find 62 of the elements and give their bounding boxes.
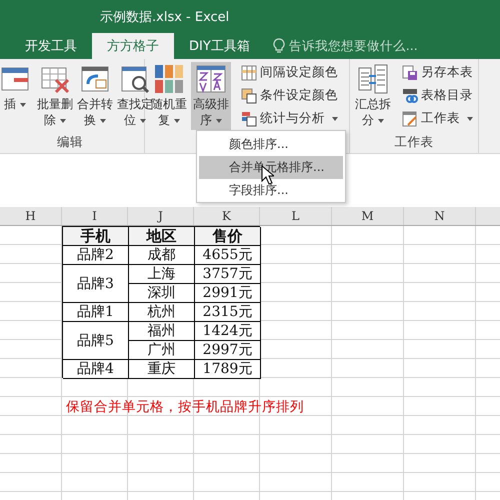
column-header[interactable]: J <box>128 207 194 225</box>
table-cell: 2997元 <box>195 341 261 360</box>
column-header[interactable]: K <box>194 207 260 225</box>
column-header[interactable]: N <box>404 207 476 225</box>
ribbon-button[interactable]: 条件设定颜色 <box>239 85 340 106</box>
menu-item[interactable]: 颜色排序... <box>199 133 343 156</box>
table-cell: 品牌2 <box>63 246 129 265</box>
ribbon-button[interactable]: 表格目录 <box>400 85 475 106</box>
table-cell: 成都 <box>129 246 195 265</box>
table-cell: 2991元 <box>195 284 261 303</box>
table-cell: 1424元 <box>195 322 261 341</box>
split-list-icon <box>358 64 388 94</box>
link-table-icon <box>402 88 418 104</box>
ribbon-button[interactable]: 工作表 <box>400 108 475 129</box>
column-header[interactable]: L <box>260 207 332 225</box>
ribbon-tab[interactable]: 开发工具 <box>10 33 92 59</box>
ribbon-button[interactable]: 高级排序 <box>191 62 231 130</box>
ribbon-button[interactable]: 批量删除 <box>36 62 74 130</box>
lightbulb-icon <box>272 38 285 54</box>
sheet-icon <box>402 110 418 126</box>
ribbon-button[interactable]: 汇总拆分 <box>354 62 392 130</box>
column-header[interactable]: M <box>332 207 404 225</box>
column-header[interactable]: I <box>62 207 128 225</box>
convert-table-icon <box>80 64 110 94</box>
ribbon-tab[interactable]: 方方格子 <box>92 33 174 59</box>
table-header-cell: 售价 <box>195 227 261 246</box>
ribbon-button[interactable]: 统计与分析 <box>239 108 340 129</box>
condition-icon <box>241 88 257 104</box>
sort-icon <box>196 64 226 94</box>
table-cell: 品牌3 <box>63 265 129 303</box>
window-title: 示例数据.xlsx - Excel <box>100 8 230 26</box>
tell-me-field[interactable]: 告诉我您想要做什么... <box>288 38 418 54</box>
grid-icon <box>241 64 257 80</box>
ribbon-button[interactable]: 插 <box>0 62 34 130</box>
table-cell: 深圳 <box>129 284 195 303</box>
table-cell: 广州 <box>129 341 195 360</box>
table-cell: 重庆 <box>129 360 195 379</box>
table-cell: 3757元 <box>195 265 261 284</box>
note-text: 保留合并单元格，按手机品牌升序排列 <box>66 398 305 416</box>
table-cell: 福州 <box>129 322 195 341</box>
table-cell: 1789元 <box>195 360 261 379</box>
table-cell: 品牌5 <box>63 322 129 360</box>
ribbon-button[interactable]: 合并转换 <box>76 62 114 130</box>
menu-item[interactable]: 字段排序... <box>199 179 343 202</box>
table-cell: 品牌4 <box>63 360 129 379</box>
group-label: 编辑 <box>57 133 83 151</box>
ribbon-button[interactable]: 另存本表 <box>400 62 475 83</box>
ribbon-button[interactable]: 间隔设定颜色 <box>239 62 340 83</box>
group-label: 工作表 <box>394 133 434 151</box>
table-cell: 4655元 <box>195 246 261 265</box>
save-icon <box>402 64 418 80</box>
table-cell: 2315元 <box>195 303 261 322</box>
table-cell: 杭州 <box>129 303 195 322</box>
table-cell: 上海 <box>129 265 195 284</box>
search-icon <box>120 64 150 94</box>
column-header[interactable]: H <box>0 207 62 225</box>
chart-table-icon <box>241 110 257 126</box>
table-cell: 品牌1 <box>63 303 129 322</box>
table-header-cell: 手机 <box>63 227 129 246</box>
table-header-cell: 地区 <box>129 227 195 246</box>
ribbon-tab[interactable]: DIY工具箱 <box>174 33 265 59</box>
color-blocks-icon <box>154 64 184 94</box>
